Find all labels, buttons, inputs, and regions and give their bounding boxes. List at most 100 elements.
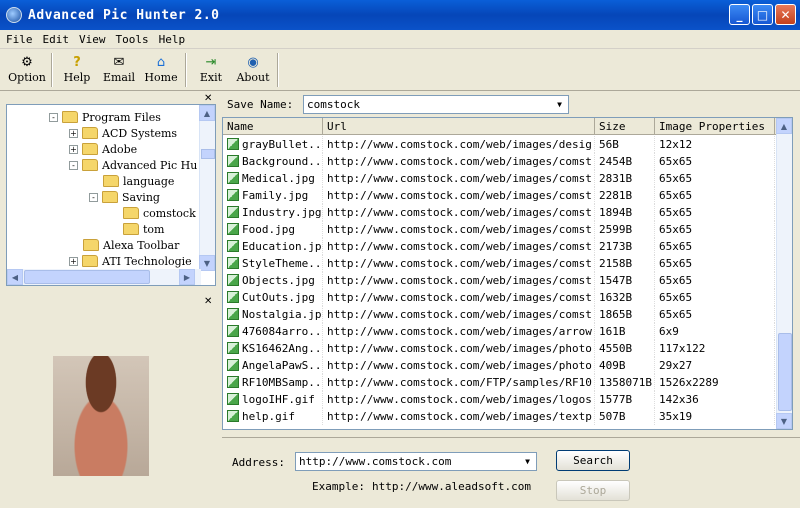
tree-horizontal-scrollbar[interactable]: ◀ ▶: [7, 269, 201, 285]
cell-url-text: http://www.comstock.com/web/images/textp…: [327, 409, 595, 423]
scroll-up-icon[interactable]: ▲: [199, 105, 215, 121]
tree-item-label: tom: [143, 222, 165, 236]
cell-url: http://www.comstock.com/web/images/comst…: [323, 288, 595, 306]
tree-item-program-files[interactable]: - Program Files: [49, 109, 161, 125]
cell-size: 2281B: [595, 186, 655, 204]
preview-pane-close-icon[interactable]: ✕: [204, 296, 212, 307]
option-button[interactable]: ⚙ Option: [6, 51, 48, 89]
toolbar-separator: [277, 53, 279, 87]
scroll-down-icon[interactable]: ▼: [776, 413, 792, 429]
email-button[interactable]: ✉ Email: [98, 51, 140, 89]
table-row[interactable]: Food.jpg http://www.comstock.com/web/imag…: [223, 220, 778, 238]
menu-file[interactable]: File: [6, 33, 33, 46]
cell-size: 2831B: [595, 169, 655, 187]
cell-image-properties-text: 65x65: [659, 222, 693, 236]
image-file-icon: [227, 359, 239, 371]
expand-icon[interactable]: +: [69, 144, 78, 154]
scroll-up-icon[interactable]: ▲: [776, 118, 792, 134]
table-row[interactable]: Objects.jpg http://www.comstock.com/web/i…: [223, 271, 778, 289]
table-row[interactable]: KS16462Ang... http://www.comstock.com/web…: [223, 339, 778, 357]
collapse-icon[interactable]: -: [69, 160, 78, 170]
home-button[interactable]: ⌂ Home: [140, 51, 182, 89]
chevron-down-icon[interactable]: ▼: [520, 454, 535, 469]
table-row[interactable]: grayBullet... http://www.comstock.com/web…: [223, 135, 778, 153]
table-row[interactable]: Background... http://www.comstock.com/web…: [223, 152, 778, 170]
tree-item-alexa-toolbar[interactable]: Alexa Toolbar: [83, 237, 179, 253]
tree-item-label: Alexa Toolbar: [103, 238, 180, 252]
tree-item-tom[interactable]: tom: [123, 221, 164, 237]
cell-name: Background...: [223, 152, 323, 170]
menu-tools[interactable]: Tools: [116, 33, 149, 46]
table-row[interactable]: StyleTheme... http://www.comstock.com/web…: [223, 254, 778, 272]
table-row[interactable]: Medical.jpg http://www.comstock.com/web/i…: [223, 169, 778, 187]
column-header-image-properties[interactable]: Image Properties: [655, 118, 775, 135]
cell-image-properties-text: 29x27: [659, 358, 693, 372]
table-row[interactable]: RF10MBSamp... http://www.comstock.com/FTP…: [223, 373, 778, 391]
cell-size-text: 1632B: [599, 290, 633, 304]
table-row[interactable]: Family.jpg http://www.comstock.com/web/im…: [223, 186, 778, 204]
list-vertical-scrollbar[interactable]: ▲ ▼: [776, 118, 792, 429]
menu-help[interactable]: Help: [159, 33, 186, 46]
cell-name-text: Medical.jpg: [242, 171, 315, 185]
cell-size-text: 2281B: [599, 188, 633, 202]
table-row[interactable]: Nostalgia.jpg http://www.comstock.com/web…: [223, 305, 778, 323]
table-row[interactable]: 476084arro... http://www.comstock.com/web…: [223, 322, 778, 340]
stop-button[interactable]: Stop: [556, 480, 630, 501]
help-button[interactable]: ? Help: [56, 51, 98, 89]
column-header-size[interactable]: Size: [595, 118, 655, 135]
column-header-url[interactable]: Url: [323, 118, 595, 135]
table-row[interactable]: CutOuts.jpg http://www.comstock.com/web/i…: [223, 288, 778, 306]
minimize-button[interactable]: _: [729, 4, 750, 25]
column-header-name[interactable]: Name: [223, 118, 323, 135]
tree-item-saving[interactable]: - Saving: [89, 189, 160, 205]
save-name-combo[interactable]: comstock ▼: [303, 95, 569, 114]
search-button[interactable]: Search: [556, 450, 630, 471]
tree-item-acd-systems[interactable]: + ACD Systems: [69, 125, 177, 141]
menu-edit[interactable]: Edit: [43, 33, 70, 46]
cell-size: 1632B: [595, 288, 655, 306]
list-scroll-thumb[interactable]: [778, 333, 792, 411]
about-button[interactable]: ◉ About: [232, 51, 274, 89]
table-row[interactable]: AngelaPawS... http://www.comstock.com/web…: [223, 356, 778, 374]
expand-icon[interactable]: +: [69, 128, 78, 138]
address-combo[interactable]: http://www.comstock.com ▼: [295, 452, 537, 471]
tree-hscroll-thumb[interactable]: [24, 270, 150, 284]
cell-name-text: 476084arro...: [242, 324, 323, 338]
image-file-icon: [227, 325, 239, 337]
scroll-right-icon[interactable]: ▶: [179, 269, 195, 285]
tree-item-ati-technologies[interactable]: + ATI Technologie: [69, 253, 192, 269]
cell-url: http://www.comstock.com/web/images/comst…: [323, 152, 595, 170]
tree-vertical-scrollbar[interactable]: ▲ ▼: [199, 105, 215, 271]
maximize-button[interactable]: □: [752, 4, 773, 25]
tree-item-language[interactable]: language: [103, 173, 174, 189]
tree-item-label: Program Files: [82, 110, 161, 124]
toolbar: ⚙ Option ? Help ✉ Email ⌂ Home ⇥ Exit ◉ …: [0, 50, 800, 91]
exit-button[interactable]: ⇥ Exit: [190, 51, 232, 89]
table-row[interactable]: help.gif http://www.comstock.com/web/imag…: [223, 407, 778, 425]
tree-scroll-thumb[interactable]: [201, 149, 215, 159]
close-button[interactable]: ✕: [775, 4, 796, 25]
tree-item-comstock[interactable]: comstock: [123, 205, 196, 221]
cell-url-text: http://www.comstock.com/web/images/comst…: [327, 256, 595, 270]
chevron-down-icon[interactable]: ▼: [552, 97, 567, 112]
cell-url: http://www.comstock.com/web/images/comst…: [323, 271, 595, 289]
about-icon: ◉: [247, 54, 259, 70]
collapse-icon[interactable]: -: [49, 112, 58, 122]
cell-name-text: Family.jpg: [242, 188, 309, 202]
scroll-down-icon[interactable]: ▼: [199, 255, 215, 271]
table-row[interactable]: Industry.jpg http://www.comstock.com/web/…: [223, 203, 778, 221]
expand-icon[interactable]: +: [69, 256, 78, 266]
address-bar: Address: http://www.comstock.com ▼ Searc…: [222, 437, 800, 508]
save-name-value: comstock: [307, 98, 360, 111]
tree-pane-close-icon[interactable]: ✕: [204, 93, 212, 104]
tree-item-advanced-pic-hunter[interactable]: - Advanced Pic Hu: [69, 157, 197, 173]
tree-item-adobe[interactable]: + Adobe: [69, 141, 137, 157]
menu-view[interactable]: View: [79, 33, 106, 46]
tree-item-label: Adobe: [102, 142, 138, 156]
image-preview-pane: [6, 311, 216, 508]
scroll-left-icon[interactable]: ◀: [7, 269, 23, 285]
table-row[interactable]: logoIHF.gif http://www.comstock.com/web/i…: [223, 390, 778, 408]
cell-image-properties: 65x65: [655, 254, 775, 272]
collapse-icon[interactable]: -: [89, 192, 98, 202]
table-row[interactable]: Education.jpg http://www.comstock.com/web…: [223, 237, 778, 255]
